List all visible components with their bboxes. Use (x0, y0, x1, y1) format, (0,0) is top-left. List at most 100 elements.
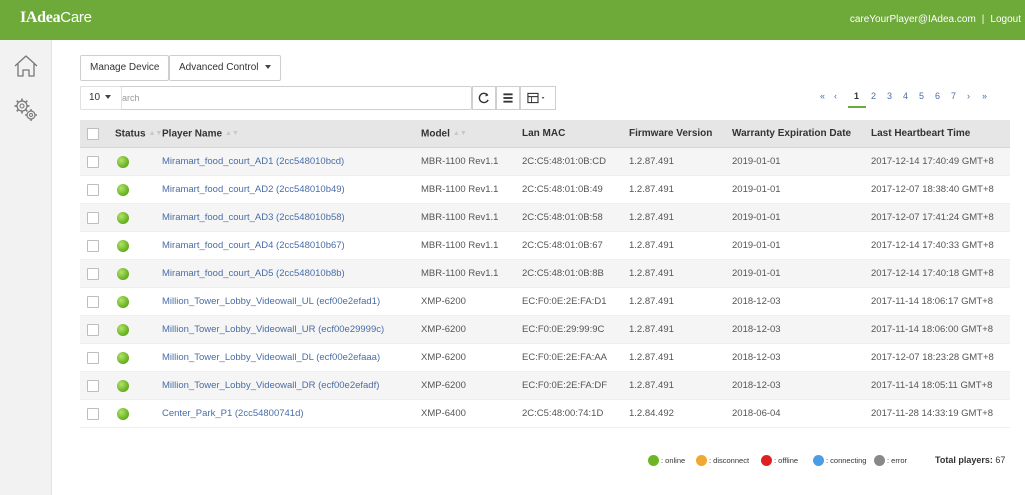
logout-link[interactable]: Logout (990, 14, 1021, 25)
player-name-link[interactable]: Miramart_food_court_AD2 (2cc548010b49) (162, 176, 345, 204)
column-header-firmware[interactable]: Firmware Version (629, 120, 712, 148)
refresh-icon[interactable] (472, 86, 496, 110)
search-input[interactable] (111, 89, 451, 107)
mac-cell: 2C:C5:48:01:0B:8B (522, 268, 604, 279)
home-icon[interactable] (12, 52, 40, 80)
player-name-link[interactable]: Miramart_food_court_AD4 (2cc548010b67) (162, 232, 345, 260)
page-6-button[interactable]: 6 (935, 91, 940, 101)
firmware-cell: 1.2.87.491 (629, 240, 674, 251)
column-header-heartbeat[interactable]: Last Heartbeart Time (871, 120, 970, 148)
row-checkbox[interactable] (87, 380, 99, 392)
status-online-icon (117, 240, 129, 252)
heartbeat-cell: 2017-12-07 17:41:24 GMT+8 (871, 212, 994, 223)
mac-cell: EC:F0:0E:29:99:9C (522, 324, 605, 335)
column-header-model[interactable]: Model ▲▼ (421, 120, 467, 148)
player-name-link[interactable]: Miramart_food_court_AD3 (2cc548010b58) (162, 204, 345, 232)
player-name-link[interactable]: Miramart_food_court_AD5 (2cc548010b8b) (162, 260, 345, 288)
legend-label: : connecting (826, 456, 867, 465)
page-first-button[interactable]: « (820, 91, 825, 101)
select-all-checkbox[interactable] (87, 128, 99, 140)
row-checkbox[interactable] (87, 240, 99, 252)
player-name-link[interactable]: Center_Park_P1 (2cc54800741d) (162, 400, 304, 428)
page-last-button[interactable]: » (982, 91, 987, 101)
table-row[interactable]: Million_Tower_Lobby_Videowall_DL (ecf00e… (80, 344, 1010, 372)
player-name-link[interactable]: Million_Tower_Lobby_Videowall_DL (ecf00e… (162, 344, 380, 372)
legend-dot-icon (761, 455, 772, 466)
column-header-warranty[interactable]: Warranty Expiration Date (732, 120, 851, 148)
status-online-icon (117, 408, 129, 420)
top-bar: IAdeaCare careYourPlayer@IAdea.com | Logou… (0, 0, 1025, 40)
warranty-cell: 2018-06-04 (732, 408, 781, 419)
table-row[interactable]: Miramart_food_court_AD3 (2cc548010b58) MB… (80, 204, 1010, 232)
row-checkbox[interactable] (87, 296, 99, 308)
advanced-control-label: Advanced Control (179, 62, 259, 73)
column-header-status[interactable]: Status ▲▼ (115, 120, 162, 148)
table-row[interactable]: Miramart_food_court_AD5 (2cc548010b8b) MB… (80, 260, 1010, 288)
player-name-link[interactable]: Million_Tower_Lobby_Videowall_DR (ecf00e… (162, 372, 379, 400)
warranty-cell: 2018-12-03 (732, 352, 781, 363)
gears-icon[interactable] (12, 96, 40, 124)
brand-logo[interactable]: IAdeaCare (20, 9, 92, 27)
row-checkbox[interactable] (87, 184, 99, 196)
mac-cell: 2C:C5:48:01:0B:49 (522, 184, 603, 195)
model-cell: XMP-6200 (421, 352, 466, 363)
row-checkbox[interactable] (87, 156, 99, 168)
table-row[interactable]: Million_Tower_Lobby_Videowall_UL (ecf00e… (80, 288, 1010, 316)
page-7-button[interactable]: 7 (951, 91, 956, 101)
firmware-cell: 1.2.87.491 (629, 156, 674, 167)
table-row[interactable]: Center_Park_P1 (2cc54800741d) XMP-6400 2C:… (80, 400, 1010, 428)
player-name-link[interactable]: Million_Tower_Lobby_Videowall_UR (ecf00e… (162, 316, 384, 344)
sidebar (0, 40, 52, 495)
page-1-button[interactable]: 1 (854, 91, 859, 101)
column-header-lan-mac[interactable]: Lan MAC (522, 120, 565, 148)
heartbeat-cell: 2017-12-07 18:23:28 GMT+8 (871, 352, 994, 363)
status-online-icon (117, 380, 129, 392)
page-3-button[interactable]: 3 (887, 91, 892, 101)
legend-dot-icon (813, 455, 824, 466)
heartbeat-cell: 2017-11-14 18:05:11 GMT+8 (871, 380, 993, 391)
page-5-button[interactable]: 5 (919, 91, 924, 101)
player-name-link[interactable]: Miramart_food_court_AD1 (2cc548010bcd) (162, 148, 344, 176)
table-row[interactable]: Miramart_food_court_AD1 (2cc548010bcd) MB… (80, 148, 1010, 176)
page-prev-button[interactable]: ‹ (834, 91, 837, 101)
mac-cell: EC:F0:0E:2E:FA:AA (522, 352, 608, 363)
firmware-cell: 1.2.87.491 (629, 352, 674, 363)
model-cell: XMP-6400 (421, 408, 466, 419)
page-4-button[interactable]: 4 (903, 91, 908, 101)
table-row[interactable]: Million_Tower_Lobby_Videowall_UR (ecf00e… (80, 316, 1010, 344)
status-online-icon (117, 156, 129, 168)
advanced-control-button[interactable]: Advanced Control (169, 55, 281, 81)
column-header-player-name[interactable]: Player Name ▲▼ (162, 120, 239, 148)
active-page-underline (848, 106, 866, 108)
manage-device-button[interactable]: Manage Device (80, 55, 170, 81)
status-online-icon (117, 268, 129, 280)
firmware-cell: 1.2.87.491 (629, 184, 674, 195)
firmware-cell: 1.2.87.491 (629, 268, 674, 279)
status-online-icon (117, 184, 129, 196)
table-row[interactable]: Miramart_food_court_AD2 (2cc548010b49) MB… (80, 176, 1010, 204)
row-checkbox[interactable] (87, 212, 99, 224)
firmware-cell: 1.2.87.491 (629, 324, 674, 335)
row-checkbox[interactable] (87, 324, 99, 336)
pagination: « ‹ 1 2 3 4 5 6 7 › » (820, 91, 1020, 108)
player-name-link[interactable]: Million_Tower_Lobby_Videowall_UL (ecf00e… (162, 288, 380, 316)
table-row[interactable]: Miramart_food_court_AD4 (2cc548010b67) MB… (80, 232, 1010, 260)
columns-icon[interactable] (520, 86, 556, 110)
model-cell: MBR-1100 Rev1.1 (421, 156, 499, 167)
model-cell: XMP-6200 (421, 380, 466, 391)
page-next-button[interactable]: › (967, 91, 970, 101)
firmware-cell: 1.2.87.491 (629, 212, 674, 223)
heartbeat-cell: 2017-12-14 17:40:18 GMT+8 (871, 268, 994, 279)
total-players: Total players: 67 (935, 455, 1005, 465)
model-cell: MBR-1100 Rev1.1 (421, 268, 499, 279)
row-checkbox[interactable] (87, 268, 99, 280)
warranty-cell: 2018-12-03 (732, 380, 781, 391)
page-2-button[interactable]: 2 (871, 91, 876, 101)
row-checkbox[interactable] (87, 352, 99, 364)
list-view-icon[interactable] (496, 86, 520, 110)
row-checkbox[interactable] (87, 408, 99, 420)
page-size-select[interactable]: 10 (80, 86, 122, 110)
mac-cell: 2C:C5:48:01:0B:58 (522, 212, 603, 223)
legend-dot-icon (696, 455, 707, 466)
table-row[interactable]: Million_Tower_Lobby_Videowall_DR (ecf00e… (80, 372, 1010, 400)
